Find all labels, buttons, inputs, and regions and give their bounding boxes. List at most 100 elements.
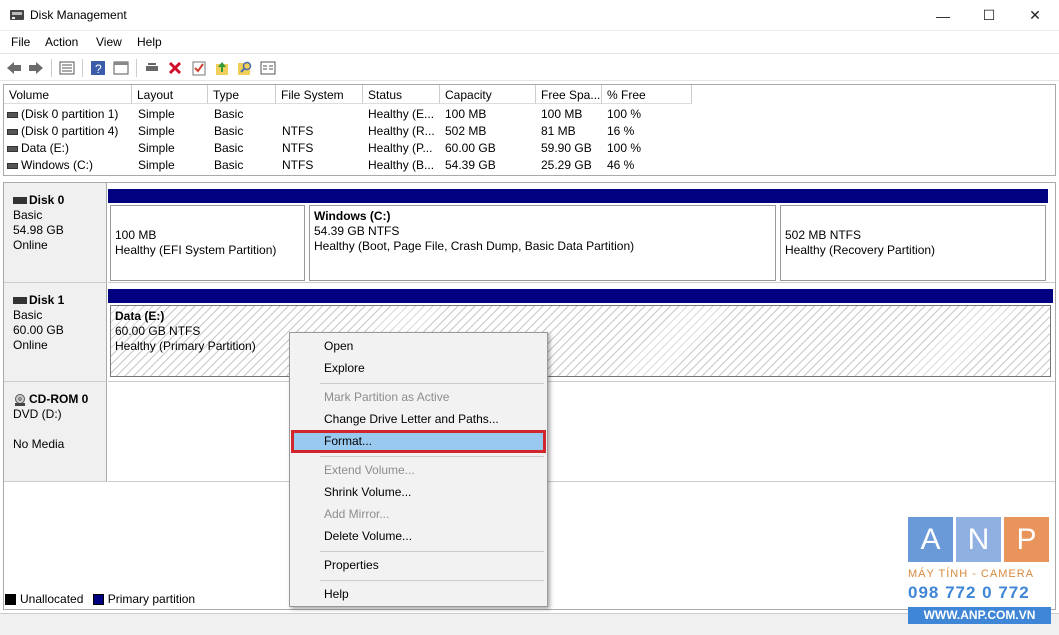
- delete-icon[interactable]: [166, 59, 184, 77]
- watermark-phone: 098 772 0 772: [908, 583, 1030, 602]
- menu-item-format[interactable]: Format...: [324, 434, 372, 448]
- properties-list-icon[interactable]: [58, 59, 76, 77]
- cell-status: Healthy (E...: [368, 107, 435, 121]
- disk-type: Basic: [13, 308, 43, 322]
- back-icon[interactable]: [5, 59, 23, 77]
- partition-header-bar: [778, 189, 1048, 203]
- view-icon[interactable]: [112, 59, 130, 77]
- disk-1-label[interactable]: Disk 1 Basic 60.00 GB Online: [4, 283, 107, 382]
- menu-item-delete-volume[interactable]: Delete Volume...: [324, 529, 412, 543]
- partition-recovery[interactable]: 502 MB NTFS Healthy (Recovery Partition): [778, 189, 1048, 281]
- title-bar: Disk Management — ☐ ✕: [0, 0, 1059, 31]
- partition-title: Windows (C:): [314, 209, 391, 223]
- disk-type: DVD (D:): [13, 407, 62, 421]
- toolbar-separator: [51, 59, 52, 77]
- cell-layout: Simple: [138, 124, 175, 138]
- disk-0-label[interactable]: Disk 0 Basic 54.98 GB Online: [4, 183, 107, 283]
- column-header-capacity[interactable]: Capacity: [440, 85, 536, 104]
- column-header-free-space[interactable]: Free Spa...: [536, 85, 602, 104]
- partition-size: 100 MB: [115, 228, 157, 242]
- anp-watermark-logo: A N P MÁY TÍNH - CAMERA 098 772 0 772 WW…: [906, 517, 1051, 627]
- menu-item-properties[interactable]: Properties: [324, 558, 379, 572]
- settings-icon[interactable]: [259, 59, 277, 77]
- cdrom-0-label[interactable]: CD-ROM 0 DVD (D:) No Media: [4, 382, 107, 482]
- table-row[interactable]: (Disk 0 partition 4) Simple Basic NTFS H…: [4, 122, 1055, 139]
- cell-percent-free: 100 %: [607, 107, 642, 121]
- upload-icon[interactable]: [213, 59, 231, 77]
- column-header-percent-free[interactable]: % Free: [602, 85, 692, 104]
- column-header-type[interactable]: Type: [208, 85, 276, 104]
- menu-item-help[interactable]: Help: [324, 587, 349, 601]
- disk-type: Basic: [13, 208, 43, 222]
- cell-type: Basic: [214, 158, 244, 172]
- cell-capacity: 60.00 GB: [445, 141, 496, 155]
- cell-type: Basic: [214, 124, 244, 138]
- minimize-button[interactable]: —: [920, 0, 966, 31]
- maximize-button[interactable]: ☐: [966, 0, 1012, 31]
- table-row[interactable]: Windows (C:) Simple Basic NTFS Healthy (…: [4, 156, 1055, 173]
- partition-size: 502 MB NTFS: [785, 228, 862, 242]
- cell-percent-free: 46 %: [607, 158, 635, 172]
- toolbar: ?: [0, 53, 1059, 81]
- disk-name: Disk 1: [29, 293, 65, 307]
- menu-item-change-drive-letter[interactable]: Change Drive Letter and Paths...: [324, 412, 499, 426]
- table-row[interactable]: (Disk 0 partition 1) Simple Basic Health…: [4, 105, 1055, 122]
- column-header-volume[interactable]: Volume: [4, 85, 132, 104]
- forward-icon[interactable]: [27, 59, 45, 77]
- partition-title: Data (E:): [115, 309, 165, 323]
- menu-item-open[interactable]: Open: [324, 339, 353, 353]
- partition-efi[interactable]: 100 MB Healthy (EFI System Partition): [108, 189, 307, 281]
- close-button[interactable]: ✕: [1012, 0, 1058, 31]
- partition-windows-c[interactable]: Windows (C:) 54.39 GB NTFS Healthy (Boot…: [307, 189, 778, 281]
- partition-header-bar: [108, 289, 1053, 303]
- volume-list: Volume Layout Type File System Status Ca…: [3, 84, 1056, 176]
- menu-separator: [320, 551, 544, 552]
- menu-help[interactable]: Help: [137, 35, 162, 49]
- menu-item-extend-volume[interactable]: Extend Volume...: [324, 463, 415, 477]
- volume-icon: [7, 145, 18, 152]
- cdrom-0-area: [108, 382, 1055, 482]
- partition-data-e[interactable]: Data (E:) 60.00 GB NTFS Healthy (Primary…: [108, 289, 1053, 377]
- table-row[interactable]: Data (E:) Simple Basic NTFS Healthy (P..…: [4, 139, 1055, 156]
- connect-icon[interactable]: [143, 59, 161, 77]
- partition-header-bar: [108, 189, 307, 203]
- watermark-letter-p: P: [1004, 517, 1049, 562]
- volume-icon: [7, 162, 18, 169]
- legend-label-unallocated: Unallocated: [20, 592, 84, 606]
- menu-item-explore[interactable]: Explore: [324, 361, 365, 375]
- cell-status: Healthy (R...: [368, 124, 435, 138]
- svg-text:?: ?: [95, 62, 102, 76]
- cell-free-space: 100 MB: [541, 107, 583, 121]
- menu-item-add-mirror[interactable]: Add Mirror...: [324, 507, 389, 521]
- cell-status: Healthy (P...: [368, 141, 433, 155]
- menu-action[interactable]: Action: [45, 35, 78, 49]
- column-header-layout[interactable]: Layout: [132, 85, 208, 104]
- menu-item-mark-partition-active[interactable]: Mark Partition as Active: [324, 390, 449, 404]
- partition-status: Healthy (EFI System Partition): [115, 243, 277, 257]
- disk-icon: [13, 197, 27, 205]
- cell-free-space: 59.90 GB: [541, 141, 592, 155]
- cell-layout: Simple: [138, 158, 175, 172]
- watermark-url: WWW.ANP.COM.VN: [908, 607, 1051, 624]
- menu-separator: [320, 456, 544, 457]
- menu-item-shrink-volume[interactable]: Shrink Volume...: [324, 485, 411, 499]
- cdrom-icon: [15, 393, 25, 406]
- watermark-letter-a: A: [908, 517, 953, 562]
- menu-view[interactable]: View: [96, 35, 122, 49]
- partition-size: 54.39 GB NTFS: [314, 224, 400, 238]
- partition-size: 60.00 GB NTFS: [115, 324, 201, 338]
- disk-size: 60.00 GB: [13, 323, 64, 337]
- cell-capacity: 100 MB: [445, 107, 487, 121]
- cell-file-system: NTFS: [282, 158, 314, 172]
- legend-label-primary: Primary partition: [107, 592, 196, 606]
- disk-name: CD-ROM 0: [29, 392, 89, 406]
- toolbar-separator: [82, 59, 83, 77]
- column-header-file-system[interactable]: File System: [276, 85, 363, 104]
- check-icon[interactable]: [190, 59, 208, 77]
- help-icon[interactable]: ?: [89, 59, 107, 77]
- column-header-status[interactable]: Status: [363, 85, 440, 104]
- search-icon[interactable]: [236, 59, 254, 77]
- menu-file[interactable]: File: [11, 35, 30, 49]
- cell-capacity: 54.39 GB: [445, 158, 496, 172]
- cell-file-system: NTFS: [282, 141, 314, 155]
